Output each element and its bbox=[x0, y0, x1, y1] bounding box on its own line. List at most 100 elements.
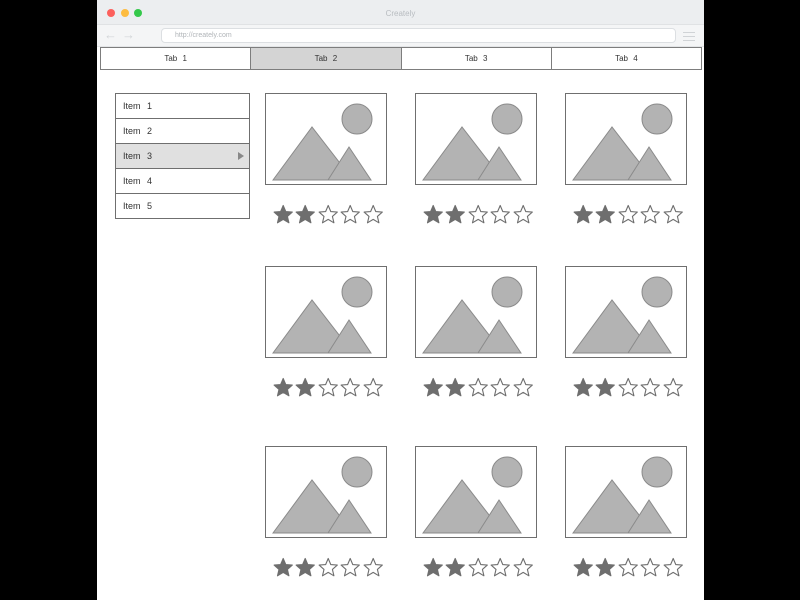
star-filled-icon[interactable] bbox=[294, 204, 316, 224]
hamburger-menu-icon[interactable] bbox=[683, 32, 695, 41]
star-rating[interactable] bbox=[572, 557, 684, 577]
star-outline-icon[interactable] bbox=[662, 557, 684, 577]
list-item-5[interactable]: Item 5 bbox=[115, 193, 250, 219]
tab-2[interactable]: Tab 2 bbox=[250, 47, 402, 70]
sun-shape bbox=[341, 276, 373, 308]
star-outline-icon[interactable] bbox=[512, 557, 534, 577]
list-item-label: Item 1 bbox=[123, 101, 153, 111]
list-item-label: Item 2 bbox=[123, 126, 153, 136]
sun-shape bbox=[491, 456, 523, 488]
image-placeholder[interactable] bbox=[265, 93, 387, 185]
star-filled-icon[interactable] bbox=[594, 377, 616, 397]
chevron-right-icon bbox=[238, 152, 244, 160]
back-arrow-icon[interactable]: ← bbox=[104, 28, 117, 42]
image-placeholder[interactable] bbox=[565, 93, 687, 185]
url-field[interactable]: http://creately.com bbox=[161, 28, 676, 43]
image-placeholder[interactable] bbox=[265, 266, 387, 358]
image-placeholder-icon bbox=[272, 103, 373, 181]
star-outline-icon[interactable] bbox=[617, 377, 639, 397]
tab-3[interactable]: Tab 3 bbox=[400, 47, 552, 70]
star-filled-icon[interactable] bbox=[444, 204, 466, 224]
star-outline-icon[interactable] bbox=[362, 377, 384, 397]
star-outline-icon[interactable] bbox=[317, 557, 339, 577]
image-placeholder[interactable] bbox=[415, 93, 537, 185]
star-filled-icon[interactable] bbox=[444, 557, 466, 577]
image-placeholder[interactable] bbox=[415, 446, 537, 538]
star-outline-icon[interactable] bbox=[489, 377, 511, 397]
tab-4[interactable]: Tab 4 bbox=[550, 47, 702, 70]
star-outline-icon[interactable] bbox=[617, 204, 639, 224]
image-placeholder[interactable] bbox=[265, 446, 387, 538]
star-outline-icon[interactable] bbox=[662, 377, 684, 397]
tab-1[interactable]: Tab 1 bbox=[100, 47, 252, 70]
image-placeholder-icon bbox=[422, 276, 523, 354]
star-rating[interactable] bbox=[422, 557, 534, 577]
star-outline-icon[interactable] bbox=[467, 557, 489, 577]
window-title: Creately bbox=[385, 9, 416, 18]
star-outline-icon[interactable] bbox=[467, 204, 489, 224]
star-filled-icon[interactable] bbox=[594, 204, 616, 224]
star-outline-icon[interactable] bbox=[617, 557, 639, 577]
sun-shape bbox=[491, 103, 523, 135]
star-rating[interactable] bbox=[272, 204, 384, 224]
star-filled-icon[interactable] bbox=[272, 204, 294, 224]
star-filled-icon[interactable] bbox=[272, 377, 294, 397]
list-item-label: Item 4 bbox=[123, 176, 153, 186]
star-filled-icon[interactable] bbox=[572, 204, 594, 224]
star-outline-icon[interactable] bbox=[339, 377, 361, 397]
image-placeholder-icon bbox=[272, 276, 373, 354]
star-outline-icon[interactable] bbox=[512, 204, 534, 224]
star-filled-icon[interactable] bbox=[594, 557, 616, 577]
star-rating[interactable] bbox=[422, 204, 534, 224]
list-item-1[interactable]: Item 1 bbox=[115, 93, 250, 119]
star-outline-icon[interactable] bbox=[362, 557, 384, 577]
star-outline-icon[interactable] bbox=[639, 377, 661, 397]
image-placeholder[interactable] bbox=[565, 266, 687, 358]
star-outline-icon[interactable] bbox=[317, 377, 339, 397]
star-outline-icon[interactable] bbox=[339, 557, 361, 577]
star-rating[interactable] bbox=[272, 557, 384, 577]
sidebar-list: Item 1 Item 2 Item 3 Item 4 Item 5 bbox=[115, 93, 250, 219]
image-placeholder[interactable] bbox=[415, 266, 537, 358]
star-filled-icon[interactable] bbox=[444, 377, 466, 397]
star-rating[interactable] bbox=[272, 377, 384, 397]
star-outline-icon[interactable] bbox=[639, 204, 661, 224]
star-rating[interactable] bbox=[572, 204, 684, 224]
star-outline-icon[interactable] bbox=[362, 204, 384, 224]
star-outline-icon[interactable] bbox=[467, 377, 489, 397]
sun-shape bbox=[641, 276, 673, 308]
star-outline-icon[interactable] bbox=[317, 204, 339, 224]
sun-shape bbox=[341, 456, 373, 488]
star-outline-icon[interactable] bbox=[512, 377, 534, 397]
star-outline-icon[interactable] bbox=[489, 204, 511, 224]
star-outline-icon[interactable] bbox=[489, 557, 511, 577]
list-item-label: Item 3 bbox=[123, 151, 153, 161]
list-item-3[interactable]: Item 3 bbox=[115, 143, 250, 169]
star-rating[interactable] bbox=[572, 377, 684, 397]
star-outline-icon[interactable] bbox=[339, 204, 361, 224]
star-filled-icon[interactable] bbox=[422, 557, 444, 577]
star-rating[interactable] bbox=[422, 377, 534, 397]
sun-shape bbox=[641, 103, 673, 135]
list-item-2[interactable]: Item 2 bbox=[115, 118, 250, 144]
star-filled-icon[interactable] bbox=[422, 377, 444, 397]
star-filled-icon[interactable] bbox=[294, 557, 316, 577]
star-filled-icon[interactable] bbox=[572, 377, 594, 397]
sun-shape bbox=[491, 276, 523, 308]
image-placeholder-icon bbox=[422, 103, 523, 181]
star-filled-icon[interactable] bbox=[294, 377, 316, 397]
image-placeholder-icon bbox=[572, 103, 673, 181]
list-item-4[interactable]: Item 4 bbox=[115, 168, 250, 194]
star-outline-icon[interactable] bbox=[639, 557, 661, 577]
image-placeholder-icon bbox=[572, 276, 673, 354]
forward-arrow-icon[interactable]: → bbox=[122, 28, 135, 42]
browser-window: Creately ← → http://creately.com Tab 1 T… bbox=[97, 0, 704, 600]
tab-label: Tab 2 bbox=[314, 54, 338, 63]
star-filled-icon[interactable] bbox=[422, 204, 444, 224]
star-filled-icon[interactable] bbox=[272, 557, 294, 577]
title-bar: Creately bbox=[97, 0, 704, 25]
image-placeholder[interactable] bbox=[565, 446, 687, 538]
star-outline-icon[interactable] bbox=[662, 204, 684, 224]
tab-bar: Tab 1 Tab 2 Tab 3 Tab 4 bbox=[100, 47, 702, 70]
star-filled-icon[interactable] bbox=[572, 557, 594, 577]
